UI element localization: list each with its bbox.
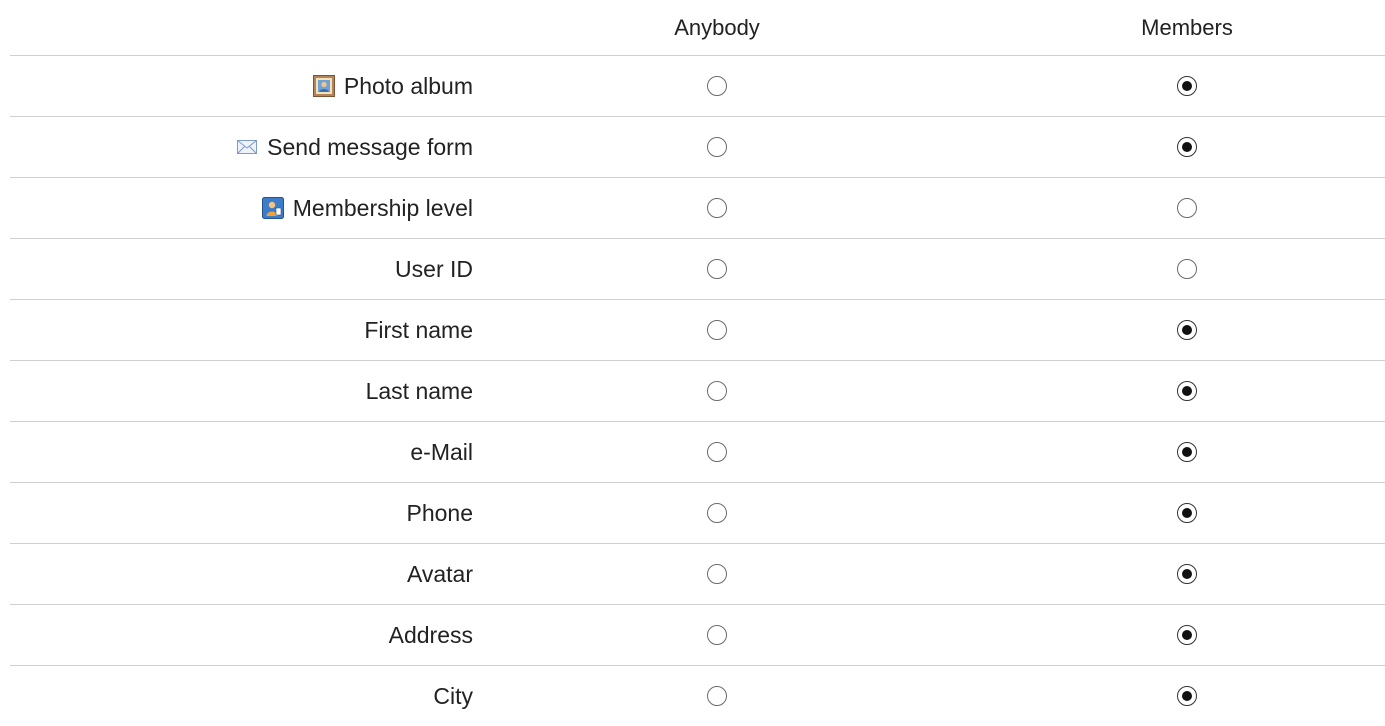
radio-anybody[interactable] [707, 137, 727, 157]
membership-level-icon [261, 197, 284, 219]
row-label: Address [388, 622, 473, 648]
table-row: City [10, 666, 1385, 726]
row-label-cell: Send message form [236, 117, 473, 177]
photo-album-icon [312, 75, 335, 97]
radio-anybody[interactable] [707, 320, 727, 340]
radio-members[interactable] [1177, 625, 1197, 645]
row-label: Membership level [292, 195, 473, 221]
row-label: Send message form [267, 134, 473, 160]
radio-anybody[interactable] [707, 564, 727, 584]
table-row: e-Mail [10, 422, 1385, 483]
row-label-cell: Address [389, 605, 473, 665]
column-header-anybody: Anybody [674, 15, 760, 40]
row-label-cell: Last name [366, 361, 473, 421]
radio-members[interactable] [1177, 381, 1197, 401]
radio-members[interactable] [1177, 76, 1197, 96]
row-label-cell: City [433, 666, 473, 726]
radio-anybody[interactable] [707, 198, 727, 218]
privacy-settings-table: Anybody Members Photo album Send message… [10, 0, 1385, 726]
row-label: e-Mail [410, 439, 473, 465]
table-body: Photo album Send message form Membership… [10, 56, 1385, 726]
radio-members[interactable] [1177, 564, 1197, 584]
table-row: Avatar [10, 544, 1385, 605]
radio-members[interactable] [1177, 137, 1197, 157]
row-label-cell: Membership level [261, 178, 473, 238]
row-label: Photo album [343, 73, 473, 99]
column-header-members: Members [1141, 15, 1233, 40]
radio-anybody[interactable] [707, 686, 727, 706]
radio-members[interactable] [1177, 503, 1197, 523]
radio-anybody[interactable] [707, 76, 727, 96]
row-label: First name [364, 317, 473, 343]
row-label: City [433, 683, 473, 709]
row-label-cell: User ID [395, 239, 473, 299]
row-label: User ID [395, 256, 473, 282]
table-row: Last name [10, 361, 1385, 422]
radio-anybody[interactable] [707, 259, 727, 279]
row-label: Phone [406, 500, 473, 526]
row-label-cell: Avatar [407, 544, 473, 604]
table-row: User ID [10, 239, 1385, 300]
row-label-cell: Phone [406, 483, 473, 543]
row-label-cell: e-Mail [410, 422, 473, 482]
row-label: Last name [365, 378, 473, 404]
table-row: Membership level [10, 178, 1385, 239]
radio-members[interactable] [1177, 442, 1197, 462]
radio-anybody[interactable] [707, 503, 727, 523]
radio-anybody[interactable] [707, 381, 727, 401]
table-row: Photo album [10, 56, 1385, 117]
radio-members[interactable] [1177, 259, 1197, 279]
table-row: Send message form [10, 117, 1385, 178]
row-label-cell: First name [364, 300, 473, 360]
table-row: Address [10, 605, 1385, 666]
radio-members[interactable] [1177, 686, 1197, 706]
row-label-cell: Photo album [312, 56, 473, 116]
envelope-icon [236, 136, 258, 158]
table-row: Phone [10, 483, 1385, 544]
radio-members[interactable] [1177, 320, 1197, 340]
radio-anybody[interactable] [707, 442, 727, 462]
row-label: Avatar [406, 561, 473, 587]
table-row: First name [10, 300, 1385, 361]
radio-members[interactable] [1177, 198, 1197, 218]
radio-anybody[interactable] [707, 625, 727, 645]
table-header: Anybody Members [10, 0, 1385, 56]
